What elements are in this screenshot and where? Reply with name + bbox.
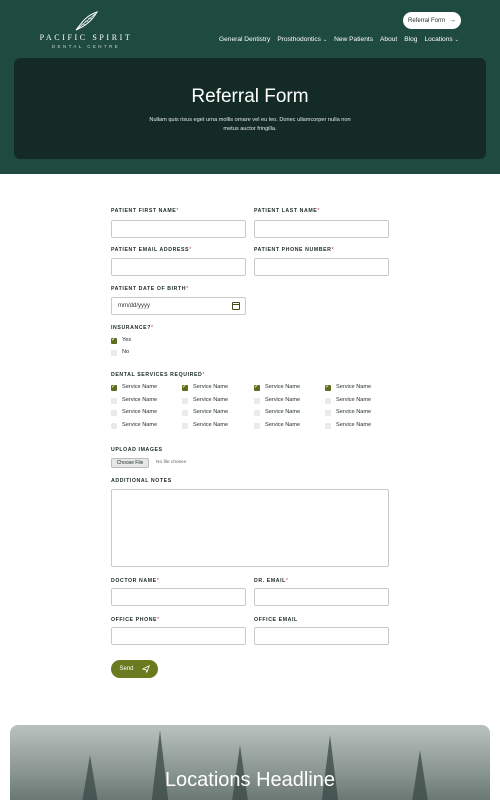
service-checkbox[interactable] <box>325 383 331 391</box>
calendar-icon[interactable] <box>232 302 240 310</box>
service-checkbox[interactable] <box>254 383 260 391</box>
service-label: Service Name <box>265 397 301 403</box>
file-status: No file chosen <box>156 460 187 465</box>
service-label: Service Name <box>122 384 158 390</box>
office-phone-label: OFFICE PHONE* <box>111 617 160 623</box>
upload-label: UPLOAD IMAGES <box>111 447 163 453</box>
service-label: Service Name <box>122 397 158 403</box>
send-button[interactable]: Send <box>111 660 158 678</box>
notes-textarea[interactable] <box>111 489 389 567</box>
site-logo[interactable]: PACIFIC SPIRIT DENTAL CENTRE <box>36 10 136 49</box>
service-checkbox[interactable] <box>111 383 117 391</box>
referral-form-button-label: Referral Form <box>407 17 445 24</box>
last-name-field[interactable] <box>254 220 389 238</box>
service-checkbox[interactable] <box>111 423 117 429</box>
dob-field[interactable]: mm/dd/yyyy <box>111 297 246 315</box>
page-title: Referral Form <box>191 86 309 107</box>
office-phone-field[interactable] <box>111 627 246 645</box>
locations-headline: Locations Headline <box>164 769 336 791</box>
service-label: Service Name <box>336 422 372 428</box>
first-name-field[interactable] <box>111 220 246 238</box>
paper-plane-icon <box>141 665 150 673</box>
feather-logo-icon <box>75 11 99 31</box>
service-checkbox[interactable] <box>254 423 260 429</box>
hero-text: Nullam quis risus eget urna mollis ornar… <box>149 117 351 132</box>
service-label: Service Name <box>265 384 301 390</box>
service-checkbox[interactable] <box>111 410 117 416</box>
service-checkbox[interactable] <box>111 398 117 404</box>
doctor-name-field[interactable] <box>111 588 246 606</box>
first-name-label: PATIENT FIRST NAME* <box>111 208 179 214</box>
insurance-label: INSURANCE?* <box>111 325 154 331</box>
chevron-down-icon: ⌄ <box>322 37 328 43</box>
email-label: PATIENT EMAIL ADDRESS* <box>111 247 192 253</box>
services-label: DENTAL SERVICES REQUIRED* <box>111 372 205 378</box>
referral-form-button[interactable]: Referral Form → <box>403 12 461 29</box>
nav-item-about[interactable]: About <box>380 36 397 43</box>
hero-banner: Referral Form Nullam quis risus eget urn… <box>14 58 486 159</box>
service-label: Service Name <box>193 384 229 390</box>
doctor-name-label: DOCTOR NAME* <box>111 578 160 584</box>
nav-item-blog[interactable]: Blog <box>404 36 417 43</box>
service-label: Service Name <box>193 422 229 428</box>
insurance-yes-label: Yes <box>122 337 132 343</box>
service-label: Service Name <box>193 397 229 403</box>
service-label: Service Name <box>336 384 372 390</box>
service-checkbox[interactable] <box>254 398 260 404</box>
office-email-field[interactable] <box>254 627 389 645</box>
nav-item-new-patients[interactable]: New Patients <box>334 36 373 43</box>
service-checkbox[interactable] <box>182 410 188 416</box>
service-checkbox[interactable] <box>325 398 331 404</box>
service-label: Service Name <box>122 409 158 415</box>
main-nav: General Dentistry Prosthodontics ⌄ New Pa… <box>219 36 459 43</box>
service-label: Service Name <box>336 397 372 403</box>
notes-label: ADDITIONAL NOTES <box>111 478 172 484</box>
service-checkbox[interactable] <box>254 410 260 416</box>
send-button-label: Send <box>119 666 134 672</box>
service-checkbox[interactable] <box>182 383 188 391</box>
phone-label: PATIENT PHONE NUMBER* <box>254 247 335 253</box>
locations-section: Locations Headline <box>10 725 490 800</box>
service-checkbox[interactable] <box>182 423 188 429</box>
brand-name: PACIFIC SPIRIT <box>39 33 133 42</box>
chevron-down-icon: ⌄ <box>454 37 459 43</box>
dr-email-field[interactable] <box>254 588 389 606</box>
last-name-label: PATIENT LAST NAME* <box>254 208 320 214</box>
brand-subtitle: DENTAL CENTRE <box>51 44 121 49</box>
email-field[interactable] <box>111 258 246 276</box>
dob-placeholder: mm/dd/yyyy <box>118 303 151 309</box>
nav-item-general-dentistry[interactable]: General Dentistry <box>219 36 270 43</box>
service-label: Service Name <box>122 422 158 428</box>
dr-email-label: DR. EMAIL* <box>254 578 289 584</box>
service-checkbox[interactable] <box>182 398 188 404</box>
insurance-no-checkbox[interactable] <box>111 350 117 356</box>
dob-label: PATIENT DATE OF BIRTH* <box>111 286 189 292</box>
service-label: Service Name <box>193 409 229 415</box>
service-checkbox[interactable] <box>325 423 331 429</box>
insurance-yes-checkbox[interactable] <box>111 336 117 344</box>
service-checkbox[interactable] <box>325 410 331 416</box>
service-label: Service Name <box>265 422 301 428</box>
service-label: Service Name <box>336 409 372 415</box>
nav-item-prosthodontics[interactable]: Prosthodontics ⌄ <box>277 36 327 43</box>
choose-file-button[interactable]: Choose File <box>111 458 149 468</box>
insurance-no-label: No <box>122 349 130 355</box>
phone-field[interactable] <box>254 258 389 276</box>
arrow-right-icon: → <box>449 17 456 24</box>
site-header: PACIFIC SPIRIT DENTAL CENTRE Referral Fo… <box>0 0 500 174</box>
service-label: Service Name <box>265 409 301 415</box>
nav-item-locations[interactable]: Locations ⌄ <box>424 36 458 43</box>
office-email-label: OFFICE EMAIL <box>254 617 298 623</box>
